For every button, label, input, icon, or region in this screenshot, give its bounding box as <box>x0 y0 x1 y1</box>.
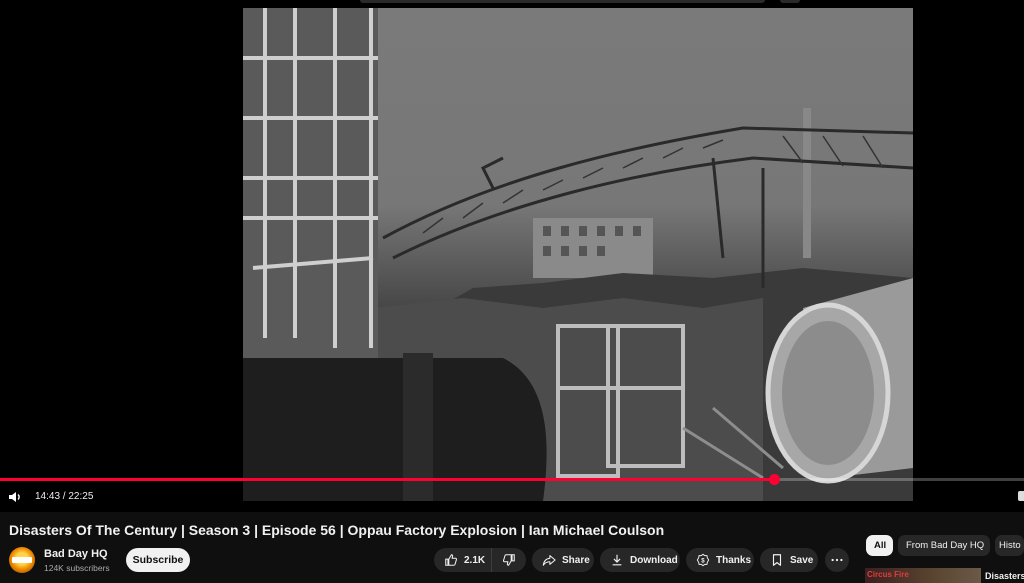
chip-from-channel[interactable]: From Bad Day HQ <box>898 535 990 556</box>
thanks-label: Thanks <box>716 554 752 566</box>
thumbs-up-icon <box>445 554 458 566</box>
volume-button[interactable] <box>6 488 24 506</box>
like-dislike-group: 2.1K <box>434 548 526 572</box>
thumbs-down-icon <box>502 554 515 566</box>
progress-bar[interactable] <box>0 474 1024 485</box>
download-label: Download <box>630 554 678 566</box>
like-count: 2.1K <box>464 554 486 566</box>
progress-played <box>0 478 774 481</box>
share-button[interactable]: Share <box>532 548 594 572</box>
video-title: Disasters Of The Century | Season 3 | Ep… <box>9 522 665 538</box>
channel-name[interactable]: Bad Day HQ <box>44 548 108 560</box>
video-scene <box>243 8 913 501</box>
video-player[interactable]: 14:43 / 22:25 <box>0 0 1024 512</box>
time-display: 14:43 / 22:25 <box>35 491 93 502</box>
subscribe-button[interactable]: Subscribe <box>126 548 190 572</box>
channel-avatar[interactable] <box>9 547 35 573</box>
share-label: Share <box>562 554 590 566</box>
svg-text:$: $ <box>701 557 705 564</box>
chip-history[interactable]: Histo <box>995 535 1024 556</box>
thanks-button[interactable]: $ Thanks <box>686 548 754 572</box>
video-frame[interactable] <box>243 8 913 501</box>
volume-icon <box>9 492 20 502</box>
chip-all[interactable]: All <box>866 535 893 556</box>
current-time: 14:43 <box>35 491 61 502</box>
save-label: Save <box>790 554 814 566</box>
mic-button-edge <box>780 0 800 3</box>
save-button[interactable]: Save <box>760 548 818 572</box>
player-control-edge[interactable] <box>1018 491 1024 501</box>
recommended-title[interactable]: Disasters <box>985 571 1024 581</box>
more-icon <box>831 558 843 562</box>
download-button[interactable]: Download <box>600 548 680 572</box>
avatar-logo <box>12 557 32 563</box>
duration: 22:25 <box>68 491 94 502</box>
save-icon <box>772 554 782 566</box>
share-icon <box>542 555 556 566</box>
dislike-button[interactable] <box>492 548 526 572</box>
like-button[interactable]: 2.1K <box>434 548 492 572</box>
thanks-icon: $ <box>696 553 710 567</box>
more-actions-button[interactable] <box>825 548 849 572</box>
thumbnail-text: Circus Fire <box>867 570 909 579</box>
search-bar-edge <box>360 0 765 3</box>
progress-scrubber[interactable] <box>769 474 780 485</box>
subscriber-count: 124K subscribers <box>44 563 110 573</box>
recommended-thumbnail[interactable]: Circus Fire <box>865 568 981 583</box>
download-icon <box>612 554 622 566</box>
